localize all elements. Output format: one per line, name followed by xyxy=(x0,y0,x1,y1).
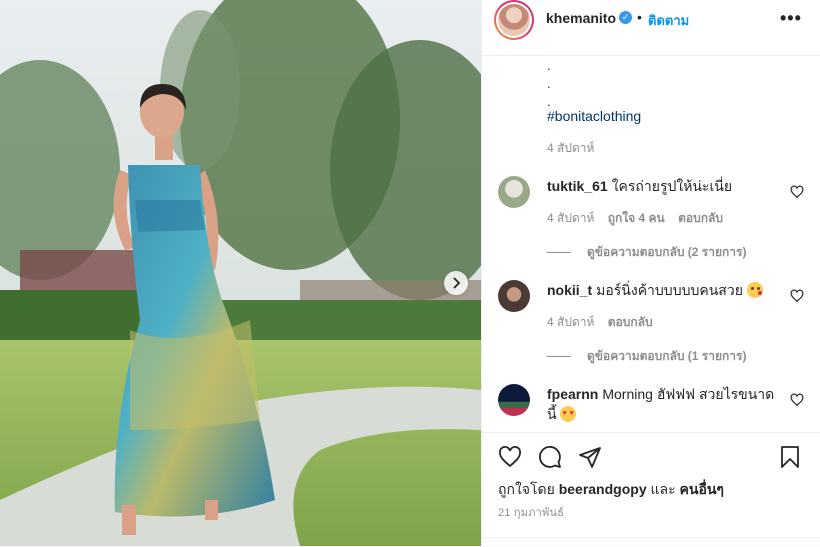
like-comment-heart-icon[interactable] xyxy=(790,289,804,303)
comment-meta: 4 สัปดาห์ ตอบกลับ xyxy=(547,313,663,332)
header-username[interactable]: khemanito xyxy=(546,10,616,26)
profile-avatar[interactable] xyxy=(494,0,534,40)
follow-button[interactable]: ติดตาม xyxy=(648,10,689,31)
post-modal: khemanito ✓ • ติดตาม ••• . . . #bonitacl… xyxy=(0,0,820,546)
comment-avatar[interactable] xyxy=(498,384,530,416)
verified-badge-icon: ✓ xyxy=(619,11,632,24)
comment-time[interactable]: 4 สัปดาห์ xyxy=(547,211,594,225)
kissing-face-icon xyxy=(746,282,763,298)
view-replies-label: ดูข้อความตอบกลับ (1 รายการ) xyxy=(587,349,747,363)
reply-button[interactable]: ตอบกลับ xyxy=(678,211,723,225)
comment-username[interactable]: fpearnn xyxy=(547,386,598,402)
post-header: khemanito ✓ • ติดตาม ••• xyxy=(482,0,820,56)
liked-by-line: ถูกใจโดย beerandgopy และ คนอื่นๆ xyxy=(498,479,724,501)
comment-meta: 4 สัปดาห์ ถูกใจ 4 คน ตอบกลับ xyxy=(547,209,733,228)
comment-username[interactable]: tuktik_61 xyxy=(547,178,608,194)
liked-prefix: ถูกใจโดย xyxy=(498,481,555,497)
caption-time[interactable]: 4 สัปดาห์ xyxy=(547,139,594,158)
view-replies-button[interactable]: ดูข้อความตอบกลับ (1 รายการ) xyxy=(547,347,746,366)
reply-button[interactable]: ตอบกลับ xyxy=(608,315,653,329)
liked-others[interactable]: คนอื่นๆ xyxy=(680,481,724,497)
caption-dot: . xyxy=(547,94,551,109)
comment-time[interactable]: 4 สัปดาห์ xyxy=(547,315,594,329)
post-date[interactable]: 21 กุมภาพันธ์ xyxy=(498,503,564,521)
comment-avatar[interactable] xyxy=(498,176,530,208)
post-actions: ถูกใจโดย beerandgopy และ คนอื่นๆ 21 กุมภ… xyxy=(482,432,820,546)
like-comment-heart-icon[interactable] xyxy=(790,185,804,199)
liked-user[interactable]: beerandgopy xyxy=(559,481,647,497)
comment-username[interactable]: nokii_t xyxy=(547,282,592,298)
caption-dot: . xyxy=(547,58,551,73)
comments-list[interactable]: . . . #bonitaclothing 4 สัปดาห์ tuktik_6… xyxy=(482,56,820,432)
caption-dot: . xyxy=(547,76,551,91)
share-send-icon[interactable] xyxy=(578,445,602,469)
comment-text: nokii_t มอร์นิ่งค้าบบบบบคนสวย xyxy=(547,280,777,300)
comment-bubble-icon[interactable] xyxy=(538,445,562,469)
liked-and: และ xyxy=(650,481,676,497)
photo-illustration xyxy=(0,0,481,546)
comment-text: fpearnn Morning ฮัฟฟฟ สวยไรขนาดนี้ ♥ ♥ xyxy=(547,384,777,424)
more-options-button[interactable]: ••• xyxy=(780,8,802,29)
header-separator: • xyxy=(637,9,642,25)
view-replies-label: ดูข้อความตอบกลับ (2 รายการ) xyxy=(587,245,747,259)
comment-avatar[interactable] xyxy=(498,280,530,312)
comment-body: ใครถ่ายรูปให้น่ะเนี่ย xyxy=(611,178,733,194)
caption-hashtag[interactable]: #bonitaclothing xyxy=(547,108,641,124)
comment-likes[interactable]: ถูกใจ 4 คน xyxy=(608,211,665,225)
comment-body: มอร์นิ่งค้าบบบบบคนสวย xyxy=(596,282,743,298)
like-comment-heart-icon[interactable] xyxy=(790,393,804,407)
heart-eyes-face-icon: ♥ ♥ xyxy=(560,406,577,422)
post-photo[interactable] xyxy=(0,0,481,546)
comment-text: tuktik_61 ใครถ่ายรูปให้น่ะเนี่ย xyxy=(547,176,777,196)
like-heart-icon[interactable] xyxy=(498,445,522,469)
view-replies-button[interactable]: ดูข้อความตอบกลับ (2 รายการ) xyxy=(547,243,746,262)
bookmark-icon[interactable] xyxy=(778,445,802,469)
next-photo-button[interactable] xyxy=(444,271,468,295)
post-side-panel: khemanito ✓ • ติดตาม ••• . . . #bonitacl… xyxy=(481,0,820,546)
chevron-right-icon xyxy=(453,277,461,289)
